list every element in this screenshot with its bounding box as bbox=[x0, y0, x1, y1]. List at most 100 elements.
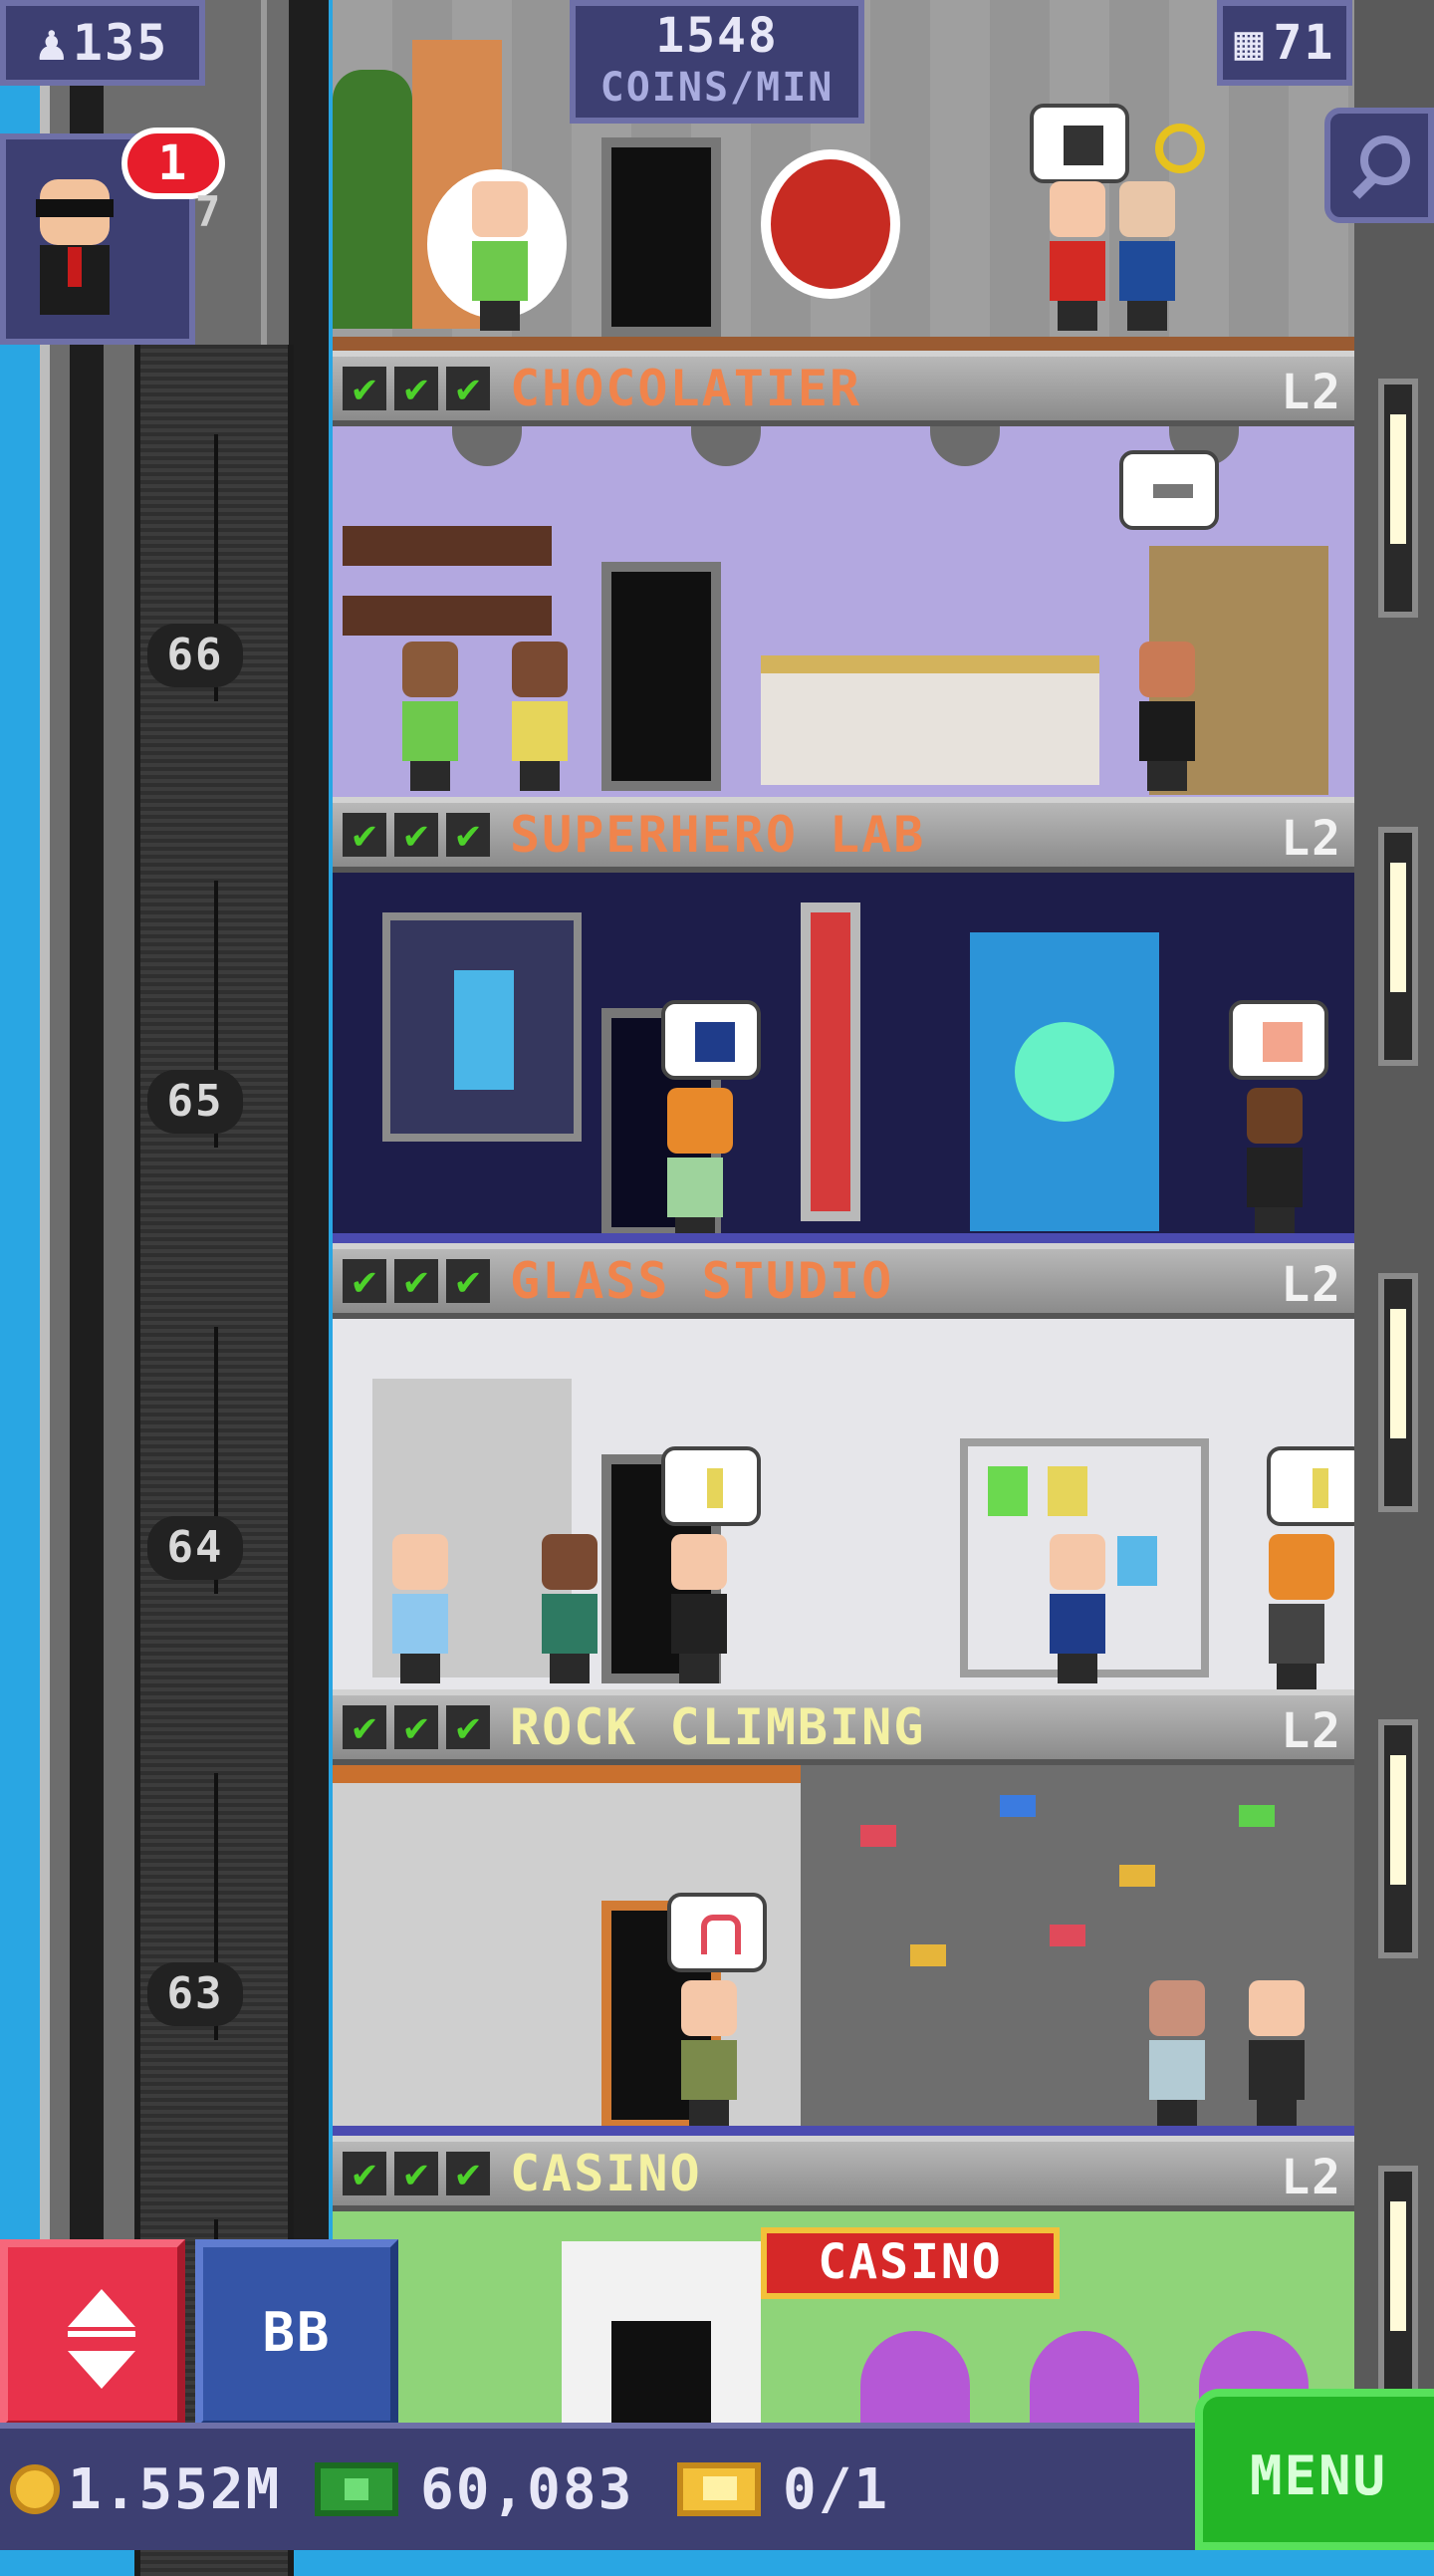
resident[interactable] bbox=[1050, 181, 1105, 331]
check-icon: ✔ bbox=[394, 1259, 438, 1303]
shaft-floor-number: 63 bbox=[147, 1962, 243, 2026]
floor-level: L2 bbox=[1281, 2150, 1342, 2205]
tower-window bbox=[1378, 827, 1418, 1066]
speech-bubble[interactable] bbox=[661, 1000, 761, 1080]
arrow-down-icon bbox=[68, 2351, 135, 2389]
floor-rock-climbing[interactable]: ✔ ✔ ✔ ROCK CLIMBING L2 bbox=[333, 1689, 1354, 2136]
dna-tube bbox=[801, 902, 860, 1221]
floor-name: CHOCOLATIER bbox=[510, 360, 862, 417]
speech-bubble[interactable] bbox=[1267, 1446, 1354, 1526]
resident[interactable] bbox=[1050, 1534, 1105, 1683]
floor-strip bbox=[333, 337, 1354, 351]
tower-window bbox=[1378, 2166, 1418, 2405]
sunglasses-icon bbox=[36, 199, 114, 217]
ceiling-lamp bbox=[691, 426, 761, 466]
shaft-floor-number: 65 bbox=[147, 1070, 243, 1134]
check-icon: ✔ bbox=[446, 367, 490, 410]
resident[interactable] bbox=[1119, 181, 1175, 331]
divider bbox=[68, 2331, 135, 2337]
speech-bubble[interactable] bbox=[667, 1893, 767, 1972]
ceiling-lamp bbox=[930, 426, 1000, 466]
check-icon: ✔ bbox=[343, 813, 386, 857]
check-icon: ✔ bbox=[394, 2152, 438, 2195]
resident[interactable] bbox=[1149, 1980, 1205, 2130]
bux-display: 60,083 bbox=[315, 2429, 633, 2550]
floor-header: ✔ ✔ ✔ CHOCOLATIER L2 bbox=[333, 351, 1354, 426]
room-door bbox=[601, 562, 721, 791]
elevator-control-button[interactable] bbox=[0, 2239, 185, 2429]
plant bbox=[333, 70, 412, 329]
room-glass-studio bbox=[333, 1319, 1354, 1689]
teleporter bbox=[970, 932, 1159, 1231]
floor-header: ✔ ✔ ✔ GLASS STUDIO L2 bbox=[333, 1243, 1354, 1319]
population-counter[interactable]: ♟ 135 bbox=[0, 0, 205, 86]
elevator-door bbox=[134, 1683, 294, 2130]
tickets-display: 0/1 bbox=[677, 2429, 889, 2550]
shaft-floor-number: 64 bbox=[147, 1516, 243, 1580]
speech-bubble[interactable] bbox=[661, 1446, 761, 1526]
shaft-rail bbox=[70, 0, 104, 2550]
ceiling-lamp bbox=[452, 426, 522, 466]
resident[interactable] bbox=[512, 642, 568, 791]
floor-level: L2 bbox=[1281, 1257, 1342, 1313]
floor-strip bbox=[333, 1233, 1354, 1243]
coins-per-minute-panel: 1548 COINS/MIN bbox=[570, 0, 864, 124]
casino-sign: CASINO bbox=[761, 2227, 1060, 2299]
floor-count-counter[interactable]: ▦ 71 bbox=[1217, 0, 1352, 86]
check-icon: ✔ bbox=[446, 1259, 490, 1303]
resident[interactable] bbox=[671, 1534, 727, 1683]
bitbook-button[interactable]: BB bbox=[195, 2239, 398, 2429]
check-icon: ✔ bbox=[394, 367, 438, 410]
floor-name: CASINO bbox=[510, 2145, 702, 2202]
coin-icon bbox=[10, 2464, 60, 2514]
resident[interactable] bbox=[542, 1534, 598, 1683]
chocolate-counter bbox=[761, 655, 1099, 785]
resident[interactable] bbox=[667, 1088, 733, 1243]
tickets-value: 0/1 bbox=[783, 2456, 890, 2522]
search-button[interactable] bbox=[1324, 108, 1434, 223]
floor-superhero-lab[interactable]: ✔ ✔ ✔ SUPERHERO LAB L2 bbox=[333, 797, 1354, 1243]
speech-bubble[interactable] bbox=[1119, 450, 1219, 530]
room-superhero-lab bbox=[333, 873, 1354, 1243]
bux-value: 60,083 bbox=[420, 2456, 634, 2522]
elevator-door bbox=[134, 345, 294, 791]
speech-bubble[interactable] bbox=[1030, 104, 1129, 183]
floor-name: GLASS STUDIO bbox=[510, 1252, 894, 1310]
floor-name: SUPERHERO LAB bbox=[510, 806, 926, 864]
egg-chair bbox=[761, 149, 900, 299]
resident[interactable] bbox=[1139, 642, 1195, 791]
check-icon: ✔ bbox=[343, 1259, 386, 1303]
floor-name: ROCK CLIMBING bbox=[510, 1698, 926, 1756]
chocolate-shelf bbox=[343, 596, 552, 636]
check-icon: ✔ bbox=[446, 1705, 490, 1749]
visitor-target-floor: 7 bbox=[195, 187, 223, 236]
floor-chocolatier[interactable]: ✔ ✔ ✔ CHOCOLATIER L2 bbox=[333, 351, 1354, 797]
coins-per-min-label: COINS/MIN bbox=[599, 65, 835, 111]
slot-machine bbox=[860, 2331, 970, 2435]
check-icon: ✔ bbox=[394, 1705, 438, 1749]
room-chocolatier bbox=[333, 426, 1354, 797]
resident[interactable] bbox=[681, 1980, 737, 2130]
resident[interactable] bbox=[402, 642, 458, 791]
resident[interactable] bbox=[392, 1534, 448, 1683]
building-icon: ▦ bbox=[1234, 15, 1266, 71]
search-icon-handle bbox=[1352, 173, 1378, 199]
floor-casino[interactable]: ✔ ✔ ✔ CASINO L2 CASINO bbox=[333, 2136, 1354, 2435]
speech-bubble[interactable] bbox=[1229, 1000, 1328, 1080]
check-icon: ✔ bbox=[343, 2152, 386, 2195]
resident[interactable] bbox=[1247, 1088, 1303, 1237]
resident[interactable] bbox=[1269, 1534, 1334, 1689]
check-icon: ✔ bbox=[446, 2152, 490, 2195]
floor-header: ✔ ✔ ✔ ROCK CLIMBING L2 bbox=[333, 1689, 1354, 1765]
elevator-door bbox=[134, 791, 294, 1237]
shaft-rail bbox=[289, 0, 329, 2550]
menu-button[interactable]: MENU bbox=[1195, 2389, 1434, 2550]
tie-icon bbox=[68, 247, 82, 287]
room-door bbox=[601, 137, 721, 337]
resident[interactable] bbox=[1249, 1980, 1305, 2130]
slot-machine bbox=[1030, 2331, 1139, 2435]
floor-glass-studio[interactable]: ✔ ✔ ✔ GLASS STUDIO L2 bbox=[333, 1243, 1354, 1689]
resident[interactable] bbox=[472, 181, 528, 331]
floor-level: L2 bbox=[1281, 1703, 1342, 1759]
shaft-floor-number: 66 bbox=[147, 624, 243, 687]
